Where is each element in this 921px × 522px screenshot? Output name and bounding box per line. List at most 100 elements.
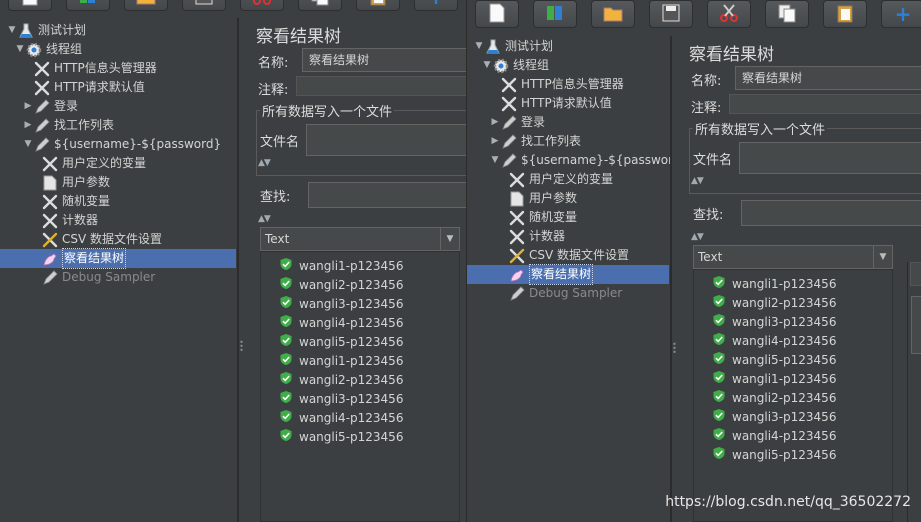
results-tree[interactable]: wangli1-p123456 wangli2-p123456 wangli3-p1…: [260, 251, 460, 522]
response-tab[interactable]: [910, 262, 921, 286]
tree-item[interactable]: 用户参数: [497, 189, 577, 208]
comment-field[interactable]: [296, 76, 470, 96]
collapse-arrow-icon[interactable]: ▶: [22, 116, 34, 135]
toolbar-templates-button[interactable]: [66, 0, 110, 11]
result-item[interactable]: wangli2-p123456: [712, 388, 836, 407]
toolbar-add-button[interactable]: +: [414, 0, 458, 11]
tree-item[interactable]: HTTP信息头管理器: [489, 75, 624, 94]
result-item[interactable]: wangli5-p123456: [712, 350, 836, 369]
tree-item[interactable]: 随机变量: [30, 192, 110, 211]
expand-arrow-icon[interactable]: ▼: [473, 37, 485, 56]
toolbar-open-button[interactable]: [591, 0, 635, 28]
toolbar-open-button[interactable]: [124, 0, 168, 11]
chevron-down-icon[interactable]: ▼: [873, 246, 892, 268]
result-item[interactable]: wangli3-p123456: [279, 389, 403, 408]
tree-item[interactable]: 随机变量: [497, 208, 577, 227]
collapse-arrow-icon[interactable]: ▶: [489, 132, 501, 151]
collapse-arrow-icon[interactable]: ▶: [22, 97, 34, 116]
result-item[interactable]: wangli1-p123456: [279, 256, 403, 275]
tree-item[interactable]: HTTP信息头管理器: [22, 59, 157, 78]
collapse-arrow-icon[interactable]: ▶: [489, 113, 501, 132]
tree-item[interactable]: ▶ 找工作列表: [22, 116, 114, 135]
toolbar-templates-button[interactable]: [533, 0, 577, 28]
tree-item[interactable]: Debug Sampler: [497, 284, 622, 303]
renderer-select[interactable]: Text ▼: [693, 245, 893, 269]
test-plan-tree[interactable]: ▼ 测试计划 ▼ 线程组 HTTP信息头管理器 HTTP请求默认值 ▶ 登录 ▶ 找工作列表 ▼ ${…: [467, 36, 671, 522]
result-item[interactable]: wangli1-p123456: [712, 274, 836, 293]
search-field[interactable]: [308, 182, 470, 208]
test-plan-tree[interactable]: ▼ 测试计划 ▼ 线程组 HTTP信息头管理器 HTTP请求默认值 ▶ 登录 ▶ 找工作列表 ▼ ${…: [0, 18, 238, 522]
comment-field[interactable]: [729, 94, 921, 114]
expand-arrow-icon[interactable]: ▼: [481, 56, 493, 75]
tree-item[interactable]: HTTP请求默认值: [22, 78, 145, 97]
tree-item[interactable]: 用户定义的变量: [30, 154, 146, 173]
tree-item[interactable]: HTTP请求默认值: [489, 94, 612, 113]
result-item[interactable]: wangli2-p123456: [279, 370, 403, 389]
result-item[interactable]: wangli4-p123456: [279, 313, 403, 332]
result-item[interactable]: wangli1-p123456: [279, 351, 403, 370]
collapse-toggle-icon[interactable]: ▲▼: [691, 176, 704, 186]
result-item[interactable]: wangli2-p123456: [712, 293, 836, 312]
result-item-label: wangli2-p123456: [732, 390, 837, 405]
tree-item[interactable]: ▼ 线程组: [481, 56, 549, 75]
result-item[interactable]: wangli5-p123456: [279, 427, 403, 446]
toolbar-paste-button[interactable]: [356, 0, 400, 11]
toolbar-cut-button[interactable]: [240, 0, 284, 11]
tree-item[interactable]: 计数器: [30, 211, 98, 230]
result-item[interactable]: wangli3-p123456: [712, 407, 836, 426]
tree-item[interactable]: CSV 数据文件设置: [30, 230, 162, 249]
result-item[interactable]: wangli3-p123456: [712, 312, 836, 331]
toolbar-save-button[interactable]: [649, 0, 693, 28]
search-field[interactable]: [741, 200, 921, 226]
result-item[interactable]: wangli4-p123456: [712, 331, 836, 350]
tree-item[interactable]: 察看结果树: [467, 264, 669, 285]
tree-item[interactable]: 用户参数: [30, 173, 110, 192]
name-field[interactable]: 察看结果树: [302, 48, 470, 72]
result-item[interactable]: wangli5-p123456: [279, 332, 403, 351]
toolbar-copy-button[interactable]: [298, 0, 342, 11]
result-item[interactable]: wangli3-p123456: [279, 294, 403, 313]
result-item[interactable]: wangli1-p123456: [712, 369, 836, 388]
toolbar-copy-button[interactable]: [765, 0, 809, 28]
tree-item[interactable]: ▶ 找工作列表: [489, 132, 581, 151]
toolbar-new-button[interactable]: [8, 0, 52, 11]
collapse-toggle-icon[interactable]: ▲▼: [258, 214, 271, 224]
response-field[interactable]: [911, 296, 921, 354]
cut-icon: [719, 3, 739, 26]
result-item[interactable]: wangli4-p123456: [279, 408, 403, 427]
renderer-select[interactable]: Text ▼: [260, 227, 460, 251]
result-item[interactable]: wangli5-p123456: [712, 445, 836, 464]
file-group-title: 所有数据写入一个文件: [260, 101, 395, 120]
tree-item[interactable]: ▶ 登录: [22, 97, 78, 116]
tree-item[interactable]: 用户定义的变量: [497, 170, 613, 189]
tree-item[interactable]: ▼ 线程组: [14, 40, 82, 59]
expand-arrow-icon[interactable]: ▼: [22, 135, 34, 154]
toolbar-save-button[interactable]: [182, 0, 226, 11]
toolbar-cut-button[interactable]: [707, 0, 751, 28]
tree-item[interactable]: 察看结果树: [0, 248, 236, 269]
expand-arrow-icon[interactable]: ▼: [489, 151, 501, 170]
chevron-down-icon[interactable]: ▼: [440, 228, 459, 250]
tree-item[interactable]: 计数器: [497, 227, 565, 246]
name-field[interactable]: 察看结果树: [735, 66, 921, 90]
tree-item[interactable]: ▶ 登录: [489, 113, 545, 132]
tree-item[interactable]: ▼ ${username}-${password}: [22, 135, 221, 154]
tree-item[interactable]: ▼ 测试计划: [473, 37, 553, 56]
toolbar-paste-button[interactable]: [823, 0, 867, 28]
wrench-icon: [42, 213, 58, 229]
expand-arrow-icon[interactable]: ▼: [6, 21, 18, 40]
tree-item[interactable]: CSV 数据文件设置: [497, 246, 629, 265]
collapse-toggle-icon[interactable]: ▲▼: [258, 158, 271, 168]
expand-arrow-icon[interactable]: ▼: [14, 40, 26, 59]
toolbar-new-button[interactable]: [475, 0, 519, 28]
result-item[interactable]: wangli4-p123456: [712, 426, 836, 445]
toolbar-add-button[interactable]: +: [881, 0, 921, 28]
filename-field[interactable]: [306, 124, 470, 156]
result-item[interactable]: wangli2-p123456: [279, 275, 403, 294]
tree-item[interactable]: Debug Sampler: [30, 268, 155, 287]
filename-field[interactable]: [739, 142, 921, 174]
results-tree[interactable]: wangli1-p123456 wangli2-p123456 wangli3-p1…: [693, 269, 893, 522]
collapse-toggle-icon[interactable]: ▲▼: [691, 232, 704, 242]
tree-item[interactable]: ▼ 测试计划: [6, 21, 86, 40]
tree-item[interactable]: ▼ ${username}-${password}: [489, 151, 670, 170]
